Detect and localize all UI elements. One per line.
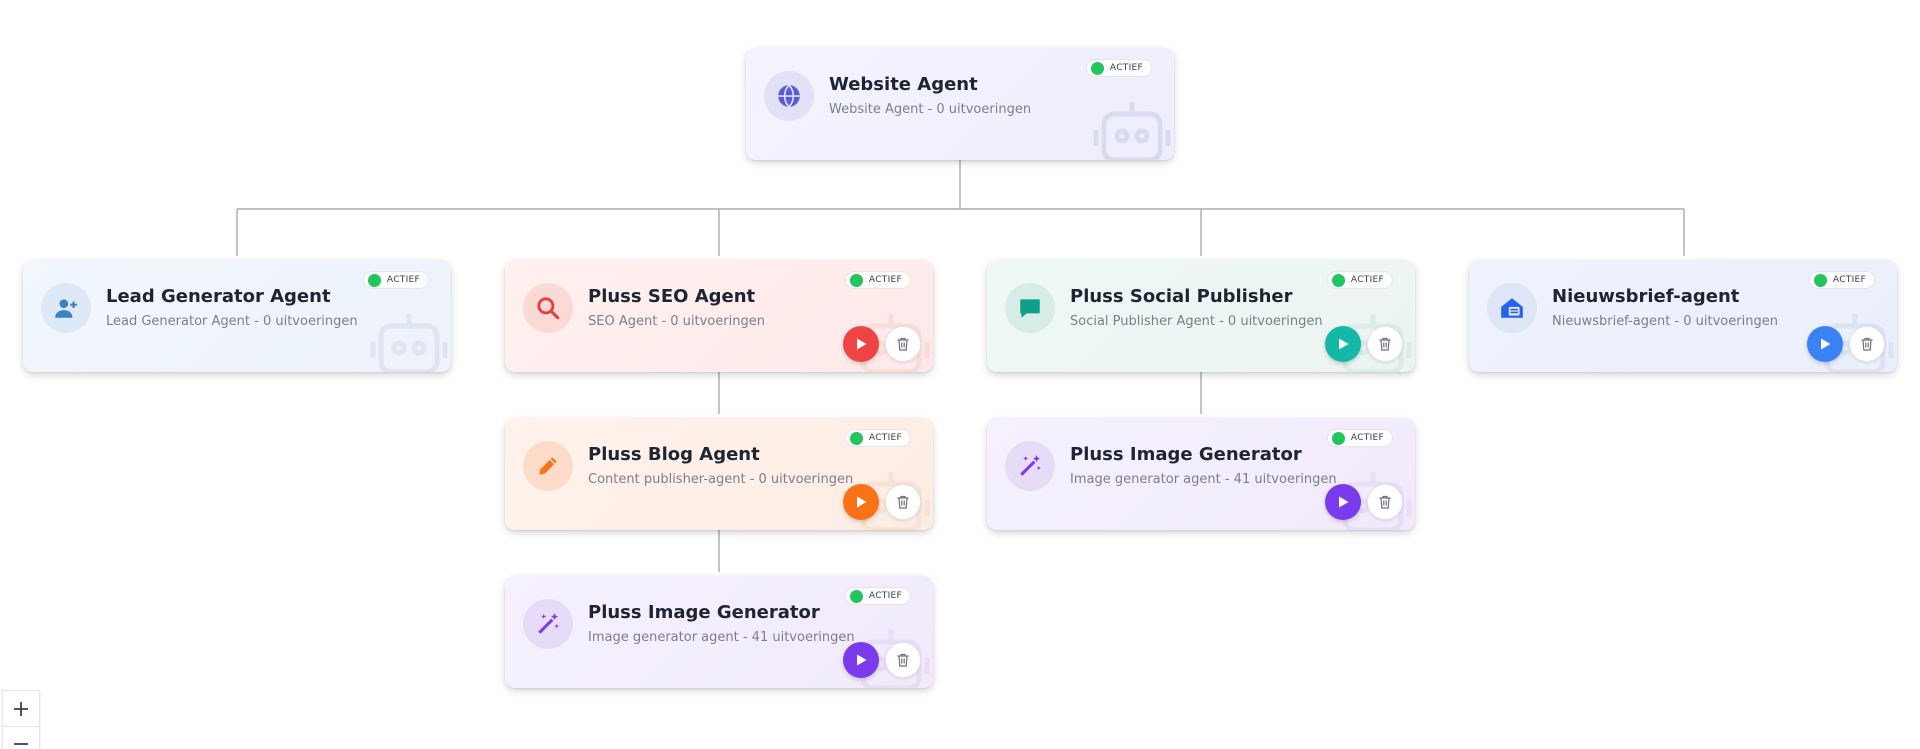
- status-badge: ACTIEF: [844, 587, 911, 605]
- status-dot: [1331, 273, 1345, 287]
- play-icon: [1339, 496, 1349, 508]
- status-badge: ACTIEF: [844, 429, 911, 447]
- status-dot: [1813, 273, 1827, 287]
- chat-bubble-icon: [1005, 283, 1055, 333]
- status-badge: ACTIEF: [1085, 59, 1152, 77]
- agent-subtitle: Image generator agent - 41 uitvoeringen: [588, 630, 855, 645]
- trash-icon: [1861, 337, 1873, 351]
- status-label: ACTIEF: [1350, 433, 1384, 443]
- play-icon: [857, 654, 867, 666]
- agent-card-image-generator[interactable]: Pluss Image Generator Image generator ag…: [987, 418, 1415, 530]
- agent-subtitle: Lead Generator Agent - 0 uitvoeringen: [106, 314, 358, 329]
- agent-title: Website Agent: [829, 74, 978, 95]
- agent-card-lead-generator[interactable]: Lead Generator Agent Lead Generator Agen…: [23, 260, 451, 372]
- agent-title: Lead Generator Agent: [106, 286, 331, 307]
- agent-subtitle: SEO Agent - 0 uitvoeringen: [588, 314, 765, 329]
- status-badge: ACTIEF: [844, 271, 911, 289]
- trash-icon: [897, 495, 909, 509]
- status-dot: [849, 431, 863, 445]
- trash-icon: [1379, 337, 1391, 351]
- robot-icon: [370, 314, 448, 372]
- status-badge: ACTIEF: [1326, 271, 1393, 289]
- magic-wand-icon: [1005, 441, 1055, 491]
- run-button[interactable]: [843, 326, 879, 362]
- agent-card-social-publisher[interactable]: Pluss Social Publisher Social Publisher …: [987, 260, 1415, 372]
- run-button[interactable]: [843, 642, 879, 678]
- user-plus-icon: [41, 283, 91, 333]
- agent-subtitle: Image generator agent - 41 uitvoeringen: [1070, 472, 1337, 487]
- status-dot: [367, 273, 381, 287]
- delete-button[interactable]: [885, 484, 921, 520]
- delete-button[interactable]: [1367, 484, 1403, 520]
- play-icon: [857, 338, 867, 350]
- agent-title: Pluss SEO Agent: [588, 286, 756, 307]
- org-chart-canvas: Website Agent Website Agent - 0 uitvoeri…: [0, 0, 1920, 749]
- status-label: ACTIEF: [868, 591, 902, 601]
- status-badge: ACTIEF: [1808, 271, 1875, 289]
- status-badge: ACTIEF: [362, 271, 429, 289]
- agent-card-blog[interactable]: Pluss Blog Agent Content publisher-agent…: [505, 418, 933, 530]
- zoom-out-button[interactable]: [3, 726, 39, 749]
- agent-title: Pluss Image Generator: [588, 602, 820, 623]
- agent-subtitle: Social Publisher Agent - 0 uitvoeringen: [1070, 314, 1323, 329]
- agent-card-seo[interactable]: Pluss SEO Agent SEO Agent - 0 uitvoering…: [505, 260, 933, 372]
- agent-card-newsletter[interactable]: Nieuwsbrief-agent Nieuwsbrief-agent - 0 …: [1469, 260, 1897, 372]
- connector-website-to-children: [236, 160, 1685, 256]
- run-button[interactable]: [1325, 484, 1361, 520]
- status-dot: [1331, 431, 1345, 445]
- trash-icon: [1379, 495, 1391, 509]
- play-icon: [857, 496, 867, 508]
- zoom-controls: [2, 690, 40, 749]
- agent-subtitle: Content publisher-agent - 0 uitvoeringen: [588, 472, 854, 487]
- minus-icon: [14, 743, 28, 745]
- trash-icon: [897, 653, 909, 667]
- agent-title: Pluss Blog Agent: [588, 444, 760, 465]
- pencil-icon: [523, 441, 573, 491]
- run-button[interactable]: [843, 484, 879, 520]
- agent-subtitle: Nieuwsbrief-agent - 0 uitvoeringen: [1552, 314, 1778, 329]
- search-icon: [523, 283, 573, 333]
- run-button[interactable]: [1807, 326, 1843, 362]
- agent-title: Nieuwsbrief-agent: [1552, 286, 1740, 307]
- status-label: ACTIEF: [868, 275, 902, 285]
- robot-icon: [1093, 102, 1171, 160]
- globe-icon: [764, 71, 814, 121]
- agent-card-image-generator[interactable]: Pluss Image Generator Image generator ag…: [505, 576, 933, 688]
- status-label: ACTIEF: [1832, 275, 1866, 285]
- status-dot: [849, 589, 863, 603]
- plus-icon: [14, 701, 28, 716]
- delete-button[interactable]: [1849, 326, 1885, 362]
- status-badge: ACTIEF: [1326, 429, 1393, 447]
- status-dot: [849, 273, 863, 287]
- agent-card-website[interactable]: Website Agent Website Agent - 0 uitvoeri…: [746, 48, 1174, 160]
- status-label: ACTIEF: [1350, 275, 1384, 285]
- agent-title: Pluss Image Generator: [1070, 444, 1302, 465]
- play-icon: [1339, 338, 1349, 350]
- status-label: ACTIEF: [1109, 63, 1143, 73]
- status-label: ACTIEF: [868, 433, 902, 443]
- run-button[interactable]: [1325, 326, 1361, 362]
- delete-button[interactable]: [885, 326, 921, 362]
- status-dot: [1090, 61, 1104, 75]
- delete-button[interactable]: [885, 642, 921, 678]
- delete-button[interactable]: [1367, 326, 1403, 362]
- mail-house-icon: [1487, 283, 1537, 333]
- zoom-in-button[interactable]: [3, 691, 39, 726]
- play-icon: [1821, 338, 1831, 350]
- status-label: ACTIEF: [386, 275, 420, 285]
- agent-title: Pluss Social Publisher: [1070, 286, 1293, 307]
- agent-subtitle: Website Agent - 0 uitvoeringen: [829, 102, 1032, 117]
- magic-wand-icon: [523, 599, 573, 649]
- trash-icon: [897, 337, 909, 351]
